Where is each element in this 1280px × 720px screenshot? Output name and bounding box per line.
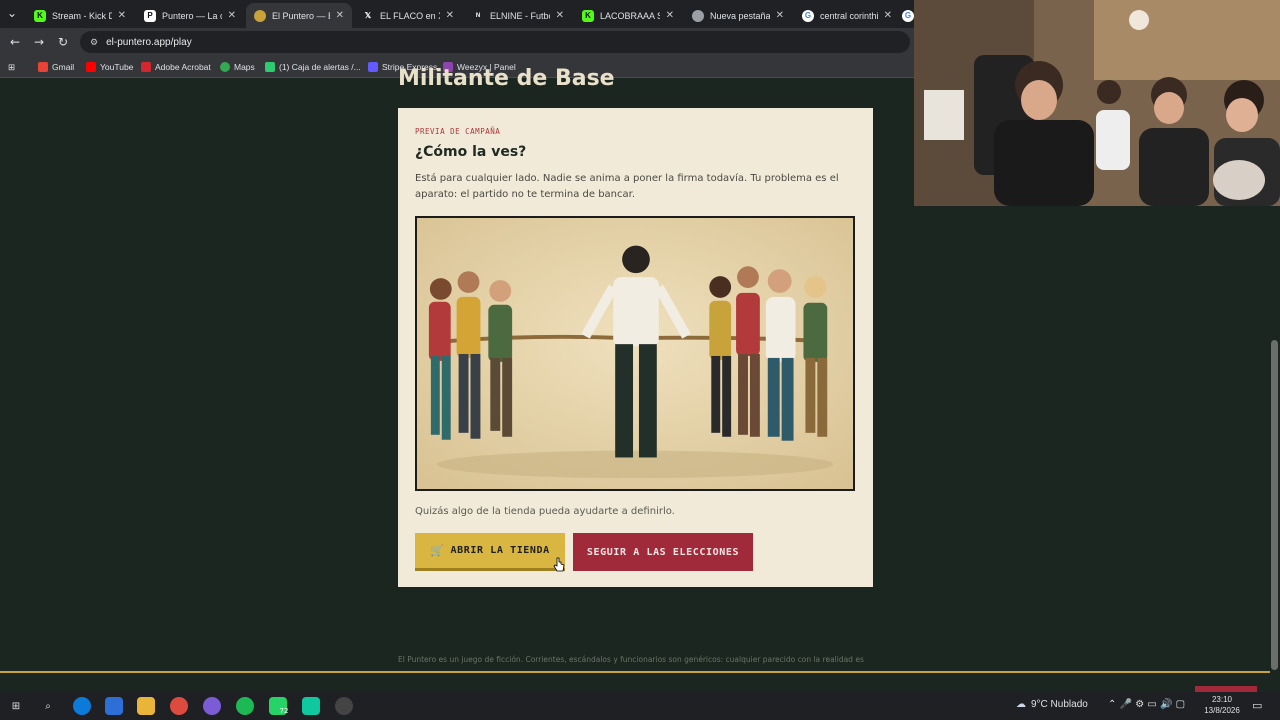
obs-icon[interactable] — [335, 697, 353, 715]
card-description: Está para cualquier lado. Nadie se anima… — [415, 173, 839, 200]
close-icon[interactable]: ✕ — [884, 10, 892, 21]
close-icon[interactable]: ✕ — [666, 10, 674, 21]
gmail-icon — [38, 62, 48, 72]
browser-tab[interactable]: G central corinthian ✕ — [794, 3, 900, 28]
browser-tab[interactable]: K LACOBRAAA Stre ✕ — [574, 3, 682, 28]
hint-text: Quizás algo de la tienda pueda ayudarte … — [415, 506, 675, 517]
close-icon[interactable]: ✕ — [336, 10, 344, 21]
open-store-label: ABRIR LA TIENDA — [450, 545, 550, 556]
bookmark-label: YouTube — [100, 62, 134, 72]
browser-toolbar: ← → ↻ ⚙ el-puntero.app/play — [0, 28, 914, 56]
address-bar[interactable]: ⚙ el-puntero.app/play — [80, 31, 910, 53]
bookmark-alerts[interactable]: (1) Caja de alertas /... — [265, 60, 361, 74]
chrome-icon[interactable] — [170, 697, 188, 715]
weather-widget[interactable]: ☁ 9°C Nublado — [1016, 699, 1088, 710]
tab-title: central corinthian — [820, 10, 878, 21]
card-title: ¿Cómo la ves? — [415, 144, 527, 160]
continue-elections-button[interactable]: SEGUIR A LAS ELECCIONES — [573, 533, 753, 571]
stripe-icon — [368, 62, 378, 72]
x-icon: 𝕏 — [364, 11, 372, 20]
puntero-icon — [254, 9, 266, 22]
tab-title: Puntero — La cal — [162, 10, 222, 21]
apps-grid-icon[interactable]: ⊞ — [8, 60, 15, 74]
app-icon[interactable] — [302, 697, 320, 715]
browser-tab[interactable]: 𝕏 EL FLACO en X: " ✕ — [354, 3, 462, 28]
browser-tab-active[interactable]: El Puntero — En ✕ — [246, 3, 352, 28]
youtube-icon — [86, 62, 96, 72]
bookmark-label: Adobe Acrobat — [155, 62, 211, 72]
search-icon[interactable]: ⌕ — [39, 697, 57, 715]
google-icon: G — [902, 9, 914, 22]
continue-elections-label: SEGUIR A LAS ELECCIONES — [586, 546, 740, 558]
store-icon[interactable] — [105, 697, 123, 715]
windows-taskbar — [0, 692, 1280, 720]
tray-icons[interactable]: ⌃ 🎤 ⚙ ▭ 🔊 ▢ — [1108, 699, 1185, 710]
tab-title: Nueva pestaña — [710, 10, 770, 21]
cart-icon: 🛒 — [430, 544, 445, 557]
tab-title: ELNINE - Futbol — [490, 10, 550, 21]
browser-tab[interactable]: K Stream - Kick Da ✕ — [26, 3, 134, 28]
file-explorer-icon[interactable] — [137, 697, 155, 715]
browser-tab[interactable]: Nueva pestaña ✕ — [684, 3, 792, 28]
hand-cursor-icon — [553, 557, 565, 572]
bookmark-label: (1) Caja de alertas /... — [279, 62, 361, 72]
tab-title: Stream - Kick Da — [52, 10, 112, 21]
site-info-icon[interactable]: ⚙ — [90, 37, 98, 48]
bookmark-label: Maps — [234, 62, 255, 72]
globe-icon — [692, 9, 704, 22]
open-store-button[interactable]: 🛒 ABRIR LA TIENDA — [415, 533, 565, 571]
whatsapp-icon[interactable]: 72 — [269, 697, 289, 715]
footer-row — [0, 674, 1280, 692]
browser-tab[interactable]: N ELNINE - Futbol ✕ — [464, 3, 572, 28]
card-eyebrow: PREVIA DE CAMPAÑA — [415, 127, 501, 136]
cloud-icon: ☁ — [1016, 699, 1026, 710]
tab-title: EL FLACO en X: " — [380, 10, 440, 21]
footer-divider — [0, 671, 1270, 673]
bookmark-youtube[interactable]: YouTube — [86, 60, 133, 74]
weather-text: 9°C Nublado — [1031, 699, 1088, 710]
bookmark-maps[interactable]: Maps — [220, 60, 255, 74]
notifications-icon[interactable]: ▭ — [1252, 699, 1262, 712]
p-icon: P — [144, 9, 156, 22]
whatsapp-badge: 72 — [279, 707, 289, 715]
google-icon: G — [802, 9, 814, 22]
close-icon[interactable]: ✕ — [446, 10, 454, 21]
tab-title: LACOBRAAA Stre — [600, 10, 660, 21]
alerts-icon — [265, 62, 275, 72]
reload-icon[interactable]: ↻ — [55, 34, 71, 50]
discord-icon[interactable] — [203, 697, 221, 715]
clock-date: 13/8/2026 — [1204, 706, 1240, 715]
taskbar-clock[interactable]: 23:10 13/8/2026 — [1202, 694, 1242, 716]
tab-search-icon[interactable]: ⌄ — [4, 5, 20, 21]
close-icon[interactable]: ✕ — [776, 10, 784, 21]
close-icon[interactable]: ✕ — [556, 10, 564, 21]
close-icon[interactable]: ✕ — [228, 10, 236, 21]
kick-icon: K — [34, 9, 46, 22]
page-heading: Militante de Base — [398, 66, 615, 91]
maps-pin-icon — [220, 62, 230, 72]
tab-title: El Puntero — En — [272, 10, 330, 21]
spotify-icon[interactable] — [236, 697, 254, 715]
browser-tab-overflow[interactable]: G — [902, 3, 914, 28]
windows-start-icon[interactable]: ⊞ — [7, 697, 25, 715]
url-text: el-puntero.app/play — [106, 36, 192, 48]
webcam-overlay — [914, 0, 1280, 206]
close-icon[interactable]: ✕ — [118, 10, 126, 21]
browser-tab-strip: ⌄ K Stream - Kick Da ✕ P Puntero — La ca… — [0, 0, 914, 28]
edge-icon[interactable] — [73, 697, 91, 715]
kick-icon: K — [582, 9, 594, 22]
browser-tab[interactable]: P Puntero — La cal ✕ — [136, 3, 244, 28]
clock-time: 23:10 — [1211, 695, 1233, 704]
tug-of-war-illustration — [415, 216, 855, 491]
bookmark-gmail[interactable]: Gmail — [38, 60, 74, 74]
bookmark-label: Gmail — [52, 62, 75, 72]
scrollbar-thumb[interactable] — [1271, 340, 1278, 670]
back-arrow-icon[interactable]: ← — [7, 34, 23, 50]
footer-disclaimer: El Puntero es un juego de ficción. Corri… — [398, 655, 864, 664]
forward-arrow-icon[interactable]: → — [31, 34, 47, 50]
elnine-icon: N — [475, 12, 481, 19]
acrobat-icon — [141, 62, 151, 72]
bookmark-acrobat[interactable]: Adobe Acrobat — [141, 60, 211, 74]
